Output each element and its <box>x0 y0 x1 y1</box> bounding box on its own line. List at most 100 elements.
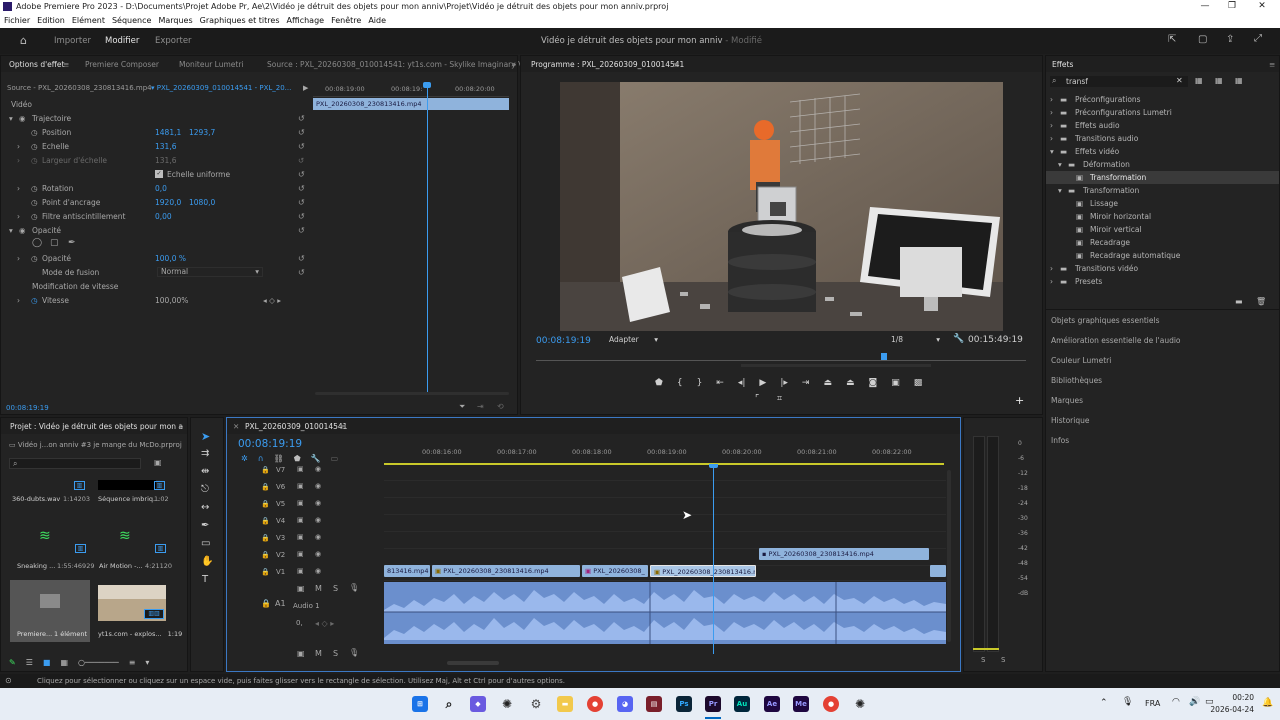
filtre-value[interactable]: 0,00 <box>155 212 172 221</box>
tab-moniteur-lumetri[interactable]: Moniteur Lumetri <box>179 60 244 69</box>
panel-overflow-icon[interactable]: » <box>179 422 184 431</box>
track-header-v6[interactable]: 🔒 V6 ▣ ◉ <box>227 480 382 496</box>
tab-menu-icon[interactable]: ≡ <box>1269 60 1275 69</box>
project-item[interactable]: ▥ 360-dubts.wav 1:14203 <box>9 478 95 526</box>
timeline-playhead[interactable] <box>713 464 714 654</box>
menu-sequence[interactable]: Séquence <box>112 14 151 28</box>
tree-miroir-horizontal[interactable]: ▣ Miroir horizontal <box>1046 210 1279 223</box>
mini-clip[interactable]: PXL_20260308_230813416.mp4 <box>313 98 509 110</box>
sequence-clip-label[interactable]: ▾ PXL_20260309_010014541 - PXL_20... <box>151 84 291 92</box>
project-item[interactable]: ≋ ▥ Sneaking ... 1:55:46929 <box>9 524 95 574</box>
extract-icon[interactable]: ⏏ <box>846 378 855 388</box>
section-marques[interactable]: Marques <box>1051 396 1083 405</box>
timeline-playhead-handle[interactable] <box>709 464 718 468</box>
project-search-input[interactable]: ⌕ <box>9 458 141 469</box>
tree-transformation-folder[interactable]: ▾ ▬ Transformation <box>1046 184 1279 197</box>
timeline-ruler[interactable]: 00:08:16:00 00:08:17:00 00:08:18:00 00:0… <box>384 444 946 466</box>
add-marker-icon[interactable]: ⬟ <box>655 378 663 388</box>
track-header-v2[interactable]: 🔒 V2 ▣ ◉ <box>227 548 382 564</box>
position-y-value[interactable]: 1293,7 <box>189 128 215 137</box>
ancrage-x-value[interactable]: 1920,0 <box>155 198 181 207</box>
tree-preconfigurations-lumetri[interactable]: › ▬ Préconfigurations Lumetri <box>1046 106 1279 119</box>
reset-icon[interactable]: ↺ <box>298 184 305 193</box>
clip-v2[interactable]: ▪ PXL_20260308_230813416.mp4 <box>759 548 929 560</box>
visibility-icon[interactable]: ◉ <box>19 114 26 123</box>
slip-tool-icon[interactable]: ↔ <box>201 502 209 513</box>
ripple-edit-icon[interactable]: ⇹ <box>201 466 209 477</box>
search-icon[interactable]: ⌕ <box>441 696 457 712</box>
tree-deformation[interactable]: ▾ ▬ Déformation <box>1046 158 1279 171</box>
row-echelle-uniforme[interactable]: ✓ Echelle uniforme ↺ <box>1 168 311 181</box>
tab-options-effet[interactable]: Options d'effet <box>9 60 64 69</box>
step-forward-icon[interactable]: |▸ <box>780 378 788 388</box>
project-item[interactable]: ▥ Séquence imbriq... 1:02 <box>97 478 183 526</box>
add-button-icon[interactable]: + <box>1015 394 1024 407</box>
linked-selection-icon[interactable]: ⛓ <box>274 454 284 463</box>
clip-v1-selected[interactable]: ▣ PXL_20260308_230813416.mp <box>650 565 756 577</box>
reset-icon[interactable]: ↺ <box>298 198 305 207</box>
program-video-frame[interactable] <box>560 82 1003 331</box>
notification-icon[interactable]: 🔔 <box>1262 698 1273 708</box>
clear-search-icon[interactable]: ✕ <box>1176 76 1183 85</box>
audio-clip-a1[interactable] <box>384 582 946 644</box>
icon-view-icon[interactable]: ■ <box>43 658 51 667</box>
tab-premiere-composer[interactable]: Premiere Composer <box>85 60 159 69</box>
pencil-icon[interactable]: ✎ <box>9 658 16 667</box>
track-header-v7[interactable]: 🔒 V7 ▣ ◉ <box>227 463 382 479</box>
section-amelioration-audio[interactable]: Amélioration essentielle de l'audio <box>1051 336 1181 345</box>
volume-icon[interactable]: 🔊 <box>1189 697 1200 707</box>
tab-menu-icon[interactable]: ≡ <box>340 422 346 431</box>
microphone-icon[interactable]: 🎙 <box>1122 697 1133 707</box>
project-item-selected[interactable]: Premiere... 1 élément <box>10 580 90 642</box>
premiere-icon[interactable]: Pr <box>705 696 721 712</box>
row-vitesse[interactable]: › ◷ Vitesse 100,00% ◂ ◇ ▸ <box>1 294 311 307</box>
mini-playhead-handle[interactable] <box>423 82 431 88</box>
solo-right-button[interactable]: S <box>1001 656 1005 664</box>
project-item[interactable]: ≋ ▥ Air Motion -... 4:21120 <box>97 524 183 574</box>
tree-transitions-audio[interactable]: › ▬ Transitions audio <box>1046 132 1279 145</box>
snap-icon[interactable]: ∩ <box>258 454 264 463</box>
reset-icon[interactable]: ↺ <box>298 254 305 263</box>
keyframe-nav-icon[interactable]: ◂ ◇ ▸ <box>263 296 281 305</box>
section-couleur-lumetri[interactable]: Couleur Lumetri <box>1051 356 1111 365</box>
tab-menu-icon[interactable]: ≡ <box>673 60 679 69</box>
program-playhead[interactable] <box>881 353 887 360</box>
stopwatch-icon[interactable]: ◷ <box>31 142 38 151</box>
row-opacite-section[interactable]: ▾ ◉ Opacité ↺ <box>1 224 311 237</box>
home-icon[interactable]: ⌂ <box>20 34 27 47</box>
effects-title[interactable]: Effets <box>1052 60 1073 69</box>
section-objets-graphiques[interactable]: Objets graphiques essentiels <box>1051 316 1159 325</box>
rotation-value[interactable]: 0,0 <box>155 184 167 193</box>
menu-affichage[interactable]: Affichage <box>286 14 324 28</box>
reset-icon[interactable]: ↺ <box>298 170 305 179</box>
lift-icon[interactable]: ⏏ <box>823 378 832 388</box>
trim-icon[interactable]: ⌜ <box>755 394 759 404</box>
tab-exporter[interactable]: Exporter <box>155 36 192 46</box>
multicam-icon[interactable]: ⌗ <box>777 394 782 404</box>
solo-left-button[interactable]: S <box>981 656 985 664</box>
export-frame-icon[interactable]: ⇥ <box>477 402 484 411</box>
source-clip-label[interactable]: Source - PXL_20260308_230813416.mp4 <box>7 84 152 92</box>
microphone-icon[interactable]: 🎙 <box>349 648 359 657</box>
tree-effets-audio[interactable]: › ▬ Effets audio <box>1046 119 1279 132</box>
new-bin-icon[interactable]: ▬ <box>1235 297 1243 306</box>
close-icon[interactable]: ✕ <box>1255 1 1269 11</box>
tree-effets-video[interactable]: ▾ ▬ Effets vidéo <box>1046 145 1279 158</box>
tab-modifier[interactable]: Modifier <box>105 36 139 46</box>
tree-preconfigurations[interactable]: › ▬ Préconfigurations <box>1046 93 1279 106</box>
discord-icon[interactable]: ◕ <box>617 696 633 712</box>
project-item-thumbnail[interactable]: ▥▥ <box>98 585 166 621</box>
timeline-timecode[interactable]: 00:08:19:19 <box>238 438 302 450</box>
tree-miroir-vertical[interactable]: ▣ Miroir vertical <box>1046 223 1279 236</box>
32bit-effects-icon[interactable]: ▦ <box>1215 76 1223 85</box>
copilot-icon[interactable]: ◆ <box>470 696 486 712</box>
after-effects-icon[interactable]: Ae <box>764 696 780 712</box>
row-opacite[interactable]: › ◷ Opacité 100,0 % ↺ <box>1 252 311 265</box>
reset-icon[interactable]: ↺ <box>298 268 305 277</box>
tray-chevron-icon[interactable]: ⌃ <box>1100 698 1108 708</box>
mute-button[interactable]: M <box>315 584 322 593</box>
menu-graphiques[interactable]: Graphiques et titres <box>200 14 280 28</box>
reset-icon[interactable]: ↺ <box>298 226 305 235</box>
workspace-menu-icon[interactable]: ⤢ <box>1254 33 1262 44</box>
ancrage-y-value[interactable]: 1080,0 <box>189 198 215 207</box>
